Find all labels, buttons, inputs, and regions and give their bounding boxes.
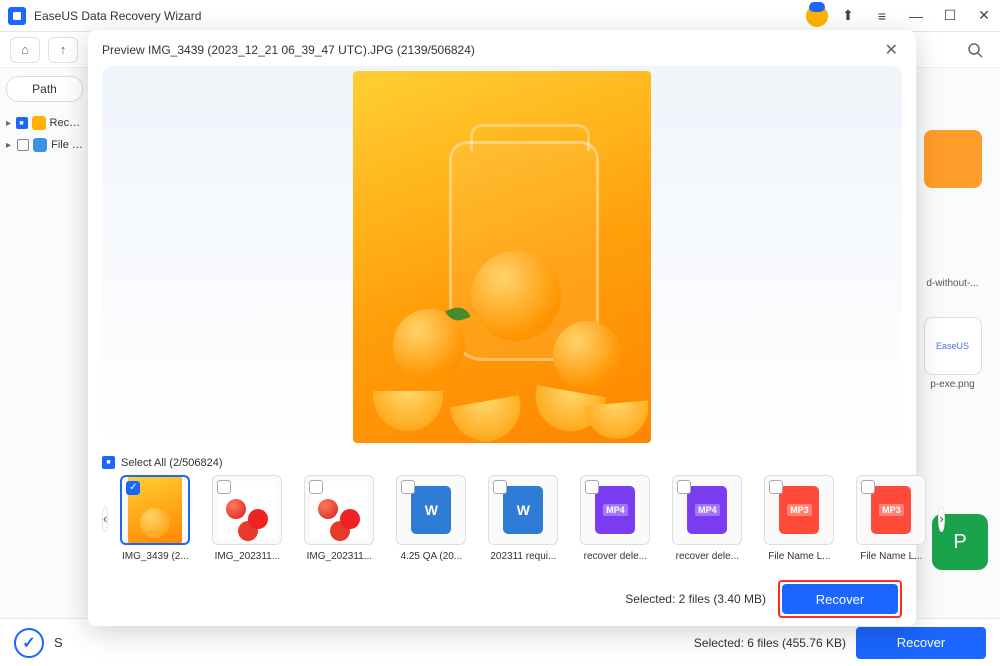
title-bar: EaseUS Data Recovery Wizard ⬆ ≡ — ☐ ✕ bbox=[0, 0, 1000, 32]
peek-label: p-exe.png bbox=[930, 379, 974, 390]
menu-icon[interactable]: ≡ bbox=[874, 8, 890, 24]
tree-item-label: Recycle... bbox=[50, 117, 83, 129]
tree-item-file[interactable]: ▸ File P... bbox=[6, 134, 83, 156]
sidebar: Path ▸ Recycle... ▸ File P... bbox=[0, 68, 90, 618]
recover-button-bg[interactable]: Recover bbox=[856, 627, 986, 659]
tree-item-label: File P... bbox=[51, 139, 83, 151]
up-button[interactable]: ↑ bbox=[48, 37, 78, 63]
tree-item-recycle[interactable]: ▸ Recycle... bbox=[6, 112, 83, 134]
status-check-icon: ✓ bbox=[14, 628, 44, 658]
toolbar: ⌂ ↑ bbox=[0, 32, 1000, 68]
background-grid-peek: d-without-... EaseUS p-exe.png bbox=[915, 130, 990, 390]
green-file-icon: P bbox=[932, 514, 988, 570]
recycle-bin-icon bbox=[32, 116, 46, 130]
maximize-button[interactable]: ☐ bbox=[942, 7, 958, 24]
checkbox[interactable] bbox=[17, 139, 29, 151]
status-label: S bbox=[54, 635, 63, 650]
peek-label: d-without-... bbox=[926, 278, 978, 289]
app-icon bbox=[8, 7, 26, 25]
search-icon[interactable] bbox=[960, 37, 990, 63]
chevron-right-icon[interactable]: ▸ bbox=[6, 118, 12, 129]
screenshot-thumb-icon: EaseUS bbox=[924, 317, 982, 375]
folder-icon bbox=[33, 138, 47, 152]
chevron-right-icon[interactable]: ▸ bbox=[6, 140, 13, 151]
folder-thumb-icon bbox=[924, 130, 982, 188]
path-button[interactable]: Path bbox=[6, 76, 83, 102]
home-button[interactable]: ⌂ bbox=[10, 37, 40, 63]
status-selected: Selected: 6 files (455.76 KB) bbox=[694, 636, 846, 650]
checkbox[interactable] bbox=[16, 117, 28, 129]
close-button[interactable]: ✕ bbox=[976, 7, 992, 24]
minimize-button[interactable]: — bbox=[908, 8, 924, 24]
avatar[interactable] bbox=[806, 5, 828, 27]
app-title: EaseUS Data Recovery Wizard bbox=[34, 9, 806, 23]
status-bar: ✓ S Selected: 6 files (455.76 KB) Recove… bbox=[0, 618, 1000, 666]
main-content bbox=[90, 68, 1000, 618]
upload-icon[interactable]: ⬆ bbox=[840, 7, 856, 24]
